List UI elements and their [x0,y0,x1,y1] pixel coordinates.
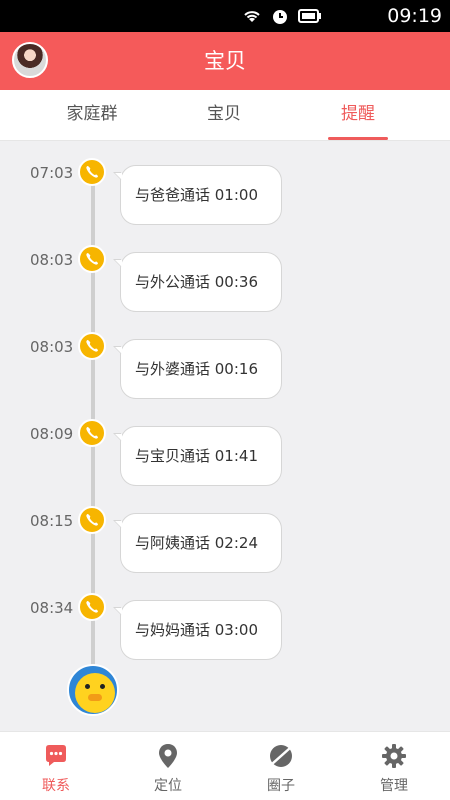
nav-label: 定位 [154,778,182,794]
duck-eye [100,684,105,689]
event-time: 08:03 [30,251,74,269]
timeline-event: 08:15 与阿姨通话 02:24 [0,497,450,573]
nav-label: 联系 [42,778,70,794]
planet-icon [270,745,292,767]
location-pin-icon [159,744,177,768]
duck-face [75,673,115,713]
phone-icon [78,506,106,534]
nav-label: 圈子 [267,778,295,794]
call-record-bubble[interactable]: 与外公通话 00:36 [113,252,282,312]
tab-label: 家庭群 [66,104,118,124]
phone-icon [78,593,106,621]
nav-circle[interactable]: 圈子 [225,732,337,800]
call-record-bubble[interactable]: 与爸爸通话 01:00 [113,165,282,225]
call-record-bubble[interactable]: 与宝贝通话 01:41 [113,426,282,486]
event-time: 08:03 [30,338,74,356]
status-icons [242,6,322,26]
event-time: 08:34 [30,599,74,617]
timeline-event: 08:09 与宝贝通话 01:41 [0,410,450,486]
active-tab-indicator [328,137,388,140]
status-time: 09:19 [387,5,442,27]
event-time: 08:15 [30,512,74,530]
battery-icon [298,9,321,23]
call-record-bubble[interactable]: 与外婆通话 00:16 [113,339,282,399]
tab-label: 宝贝 [207,104,241,124]
nav-label: 管理 [380,778,408,794]
tab-label: 提醒 [341,104,375,124]
nav-location[interactable]: 定位 [112,732,224,800]
timeline-event: 08:03 与外公通话 00:36 [0,236,450,312]
event-time: 07:03 [30,164,74,182]
phone-icon [78,245,106,273]
page-title: 宝贝 [204,49,246,73]
chat-icon [46,745,66,766]
duck-eye [85,684,90,689]
timeline-event: 07:03 与爸爸通话 01:00 [0,149,450,225]
timeline-event: 08:03 与外婆通话 00:16 [0,323,450,399]
bottom-navigation: 联系 定位 圈子 管理 [0,731,450,800]
tab-baby[interactable]: 宝贝 [196,90,252,140]
tab-reminder[interactable]: 提醒 [328,90,388,140]
app-header: 宝贝 [0,32,450,90]
status-bar: 09:19 [0,0,450,32]
wifi-icon [244,11,260,22]
timeline-event: 08:34 与妈妈通话 03:00 [0,584,450,660]
reminder-timeline: 07:03 与爸爸通话 01:00 08:03 与外公通话 00:36 08:0… [0,141,450,731]
tab-bar: 家庭群 宝贝 提醒 [0,90,450,141]
nav-manage[interactable]: 管理 [338,732,450,800]
call-record-bubble[interactable]: 与妈妈通话 03:00 [113,600,282,660]
call-record-bubble[interactable]: 与阿姨通话 02:24 [113,513,282,573]
nav-contact[interactable]: 联系 [0,732,112,800]
duck-beak [88,694,102,701]
phone-icon [78,158,106,186]
phone-icon [78,332,106,360]
tab-family-group[interactable]: 家庭群 [56,90,128,140]
baby-avatar[interactable] [67,664,119,716]
alarm-icon [273,10,287,24]
phone-icon [78,419,106,447]
gear-icon [382,744,406,768]
event-time: 08:09 [30,425,74,443]
